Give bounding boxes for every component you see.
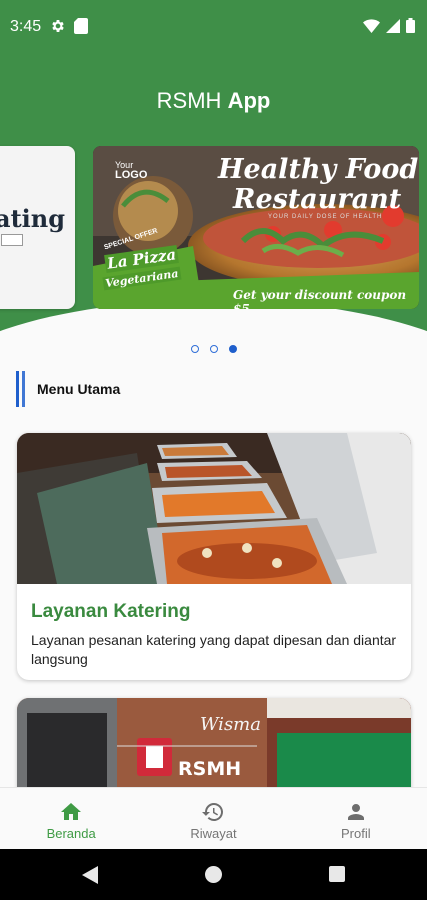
section-header: Menu Utama bbox=[16, 370, 120, 408]
section-accent-bar-2 bbox=[22, 371, 25, 407]
person-icon bbox=[344, 800, 368, 824]
wisma-rsmh-text: RSMH bbox=[178, 758, 242, 780]
catering-description: Layanan pesanan katering yang dapat dipe… bbox=[31, 632, 397, 667]
banner-logo: Your LOGO bbox=[115, 160, 148, 181]
nav-label-profil: Profil bbox=[341, 826, 371, 841]
sd-card-icon bbox=[74, 18, 88, 39]
menu-card-catering[interactable]: Layanan Katering Layanan pesanan katerin… bbox=[17, 433, 411, 680]
banner-title-line1: Healthy Food bbox=[218, 154, 419, 185]
banner-title-line2: Restaurant bbox=[233, 184, 402, 215]
nav-item-profil[interactable]: Profil bbox=[285, 788, 427, 849]
bottom-navigation: Beranda Riwayat Profil bbox=[0, 787, 427, 849]
carousel-banner-active[interactable]: Your LOGO Healthy Food Restaurant YOUR D… bbox=[93, 146, 419, 309]
banner-tagline: YOUR DAILY DOSE OF HEALTH bbox=[268, 214, 383, 220]
status-bar: 3:45 bbox=[0, 0, 427, 56]
wisma-script-text: Wisma bbox=[200, 714, 261, 735]
home-icon bbox=[59, 800, 83, 824]
nav-item-beranda[interactable]: Beranda bbox=[0, 788, 142, 849]
section-accent-bar bbox=[16, 371, 19, 407]
nav-label-beranda: Beranda bbox=[46, 826, 96, 841]
app-title-bold: App bbox=[227, 88, 271, 113]
catering-title: Layanan Katering bbox=[31, 601, 191, 622]
banner-coupon-text: Get your discount coupon $5 bbox=[233, 288, 407, 309]
carousel-dot-3[interactable] bbox=[228, 345, 237, 353]
banner-logo-line2: LOGO bbox=[115, 169, 148, 181]
home-button-icon[interactable] bbox=[205, 866, 222, 883]
app-title-regular: RSMH bbox=[156, 88, 222, 113]
status-time: 3:45 bbox=[10, 18, 42, 35]
section-title: Menu Utama bbox=[37, 381, 121, 397]
system-navigation-bar bbox=[0, 849, 427, 900]
battery-icon bbox=[406, 18, 415, 38]
recent-apps-icon[interactable] bbox=[329, 866, 345, 882]
wifi-icon bbox=[363, 18, 380, 38]
carousel-indicator bbox=[0, 345, 427, 353]
app-screen: 3:45 RSMH App ating Your LOGO Healthy Fo… bbox=[0, 0, 427, 900]
banner-special-offer-badge: SPECIAL OFFER La Pizza Vegetariana bbox=[99, 228, 183, 300]
signal-icon bbox=[386, 18, 400, 38]
nav-label-riwayat: Riwayat bbox=[190, 826, 237, 841]
carousel-banner-previous[interactable]: ating bbox=[0, 146, 75, 309]
back-icon[interactable] bbox=[82, 866, 98, 889]
banner-previous-text: ating bbox=[0, 204, 65, 233]
catering-image bbox=[17, 433, 411, 584]
history-icon bbox=[201, 800, 225, 824]
carousel-dot-1[interactable] bbox=[190, 345, 199, 353]
carousel-dot-2[interactable] bbox=[209, 345, 218, 353]
banner-previous-chip bbox=[1, 234, 23, 246]
app-title: RSMH App bbox=[0, 88, 427, 114]
nav-item-riwayat[interactable]: Riwayat bbox=[142, 788, 284, 849]
gear-icon bbox=[50, 18, 66, 39]
